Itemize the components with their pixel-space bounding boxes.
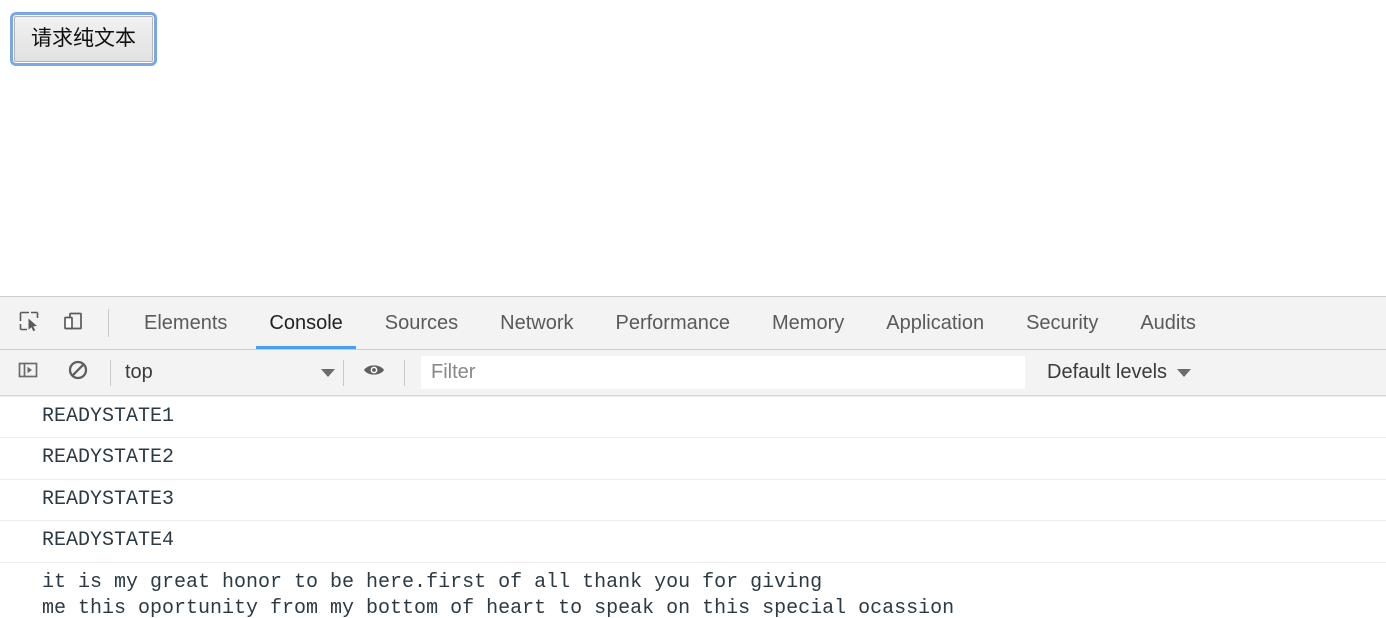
console-sidebar-toggle-button[interactable] [10,355,46,391]
device-toolbar-icon [61,309,85,338]
tab-label: Memory [772,311,845,334]
tab-label: Application [886,311,985,334]
tab-console[interactable]: Console [248,298,363,349]
tab-label: Network [500,311,574,334]
console-levels-label: Default levels [1047,361,1168,383]
console-message-row[interactable]: READYSTATE3 [0,480,1386,522]
tab-memory[interactable]: Memory [751,298,865,349]
console-context-selector[interactable]: top [111,357,343,389]
tab-performance[interactable]: Performance [595,298,752,349]
tab-audits[interactable]: Audits [1119,298,1217,349]
console-message-row[interactable]: READYSTATE1 [0,396,1386,439]
console-message-list[interactable]: READYSTATE1 READYSTATE2 READYSTATE3 READ… [0,396,1386,618]
device-toolbar-button[interactable] [54,304,92,342]
console-levels-selector[interactable]: Default levels [1039,357,1199,389]
toolbar-divider [404,359,405,386]
tab-label: Sources [384,311,459,334]
tabbar-divider [108,309,109,337]
clear-console-button[interactable] [60,355,96,391]
inspect-element-button[interactable] [10,304,48,342]
console-toolbar: top Default levels [0,350,1386,396]
tab-security[interactable]: Security [1005,298,1119,349]
clear-console-icon [67,359,89,386]
tab-label: Console [269,311,343,334]
tab-sources[interactable]: Sources [364,298,479,349]
request-plain-text-button[interactable]: 请求纯文本 [10,12,157,66]
console-message-row[interactable]: READYSTATE4 [0,521,1386,563]
tab-label: Elements [144,311,228,334]
devtools-panel: Elements Console Sources Network Perform… [0,296,1386,618]
console-message-row[interactable]: it is my great honor to be here.first of… [0,563,1386,618]
inspect-element-icon [17,309,41,338]
toolbar-divider [343,359,344,386]
console-message-row[interactable]: READYSTATE2 [0,438,1386,480]
tab-network[interactable]: Network [479,298,594,349]
sidebar-toggle-icon [17,359,39,386]
console-context-label: top [125,361,153,383]
page-viewport: 请求纯文本 [0,0,1386,296]
tab-label: Audits [1140,311,1196,334]
chevron-down-icon [1177,368,1192,377]
console-filter-input[interactable] [421,356,1025,389]
tab-elements[interactable]: Elements [123,298,248,349]
tab-label: Security [1026,311,1099,334]
chevron-down-icon [321,368,335,377]
tab-label: Performance [615,311,731,334]
devtools-tabbar: Elements Console Sources Network Perform… [0,297,1386,350]
tab-application[interactable]: Application [865,298,1005,349]
live-expression-button[interactable] [356,355,392,391]
eye-icon [362,360,386,385]
